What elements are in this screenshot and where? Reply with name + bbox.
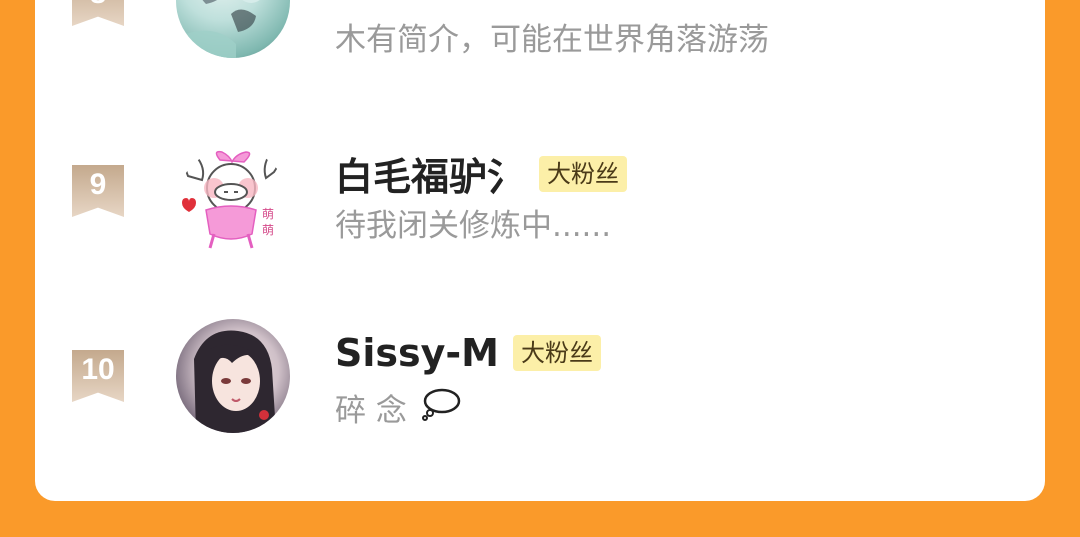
fan-level-badge: 大粉丝 <box>539 155 628 192</box>
user-bio: 木有简介，可能在世界角落游荡 <box>335 22 769 58</box>
rank-number: 9 <box>89 168 107 201</box>
avatar[interactable] <box>176 319 290 433</box>
avatar[interactable]: 萌 萌 <box>176 148 290 262</box>
list-item[interactable]: 8 木有简介，可能在世界角落游荡 <box>35 0 1045 80</box>
rank-badge: 10 <box>72 350 124 402</box>
avatar-illustration: 萌 萌 <box>182 150 280 249</box>
svg-text:萌: 萌 <box>262 223 274 237</box>
user-bio: 待我闭关修炼中...... <box>335 208 612 244</box>
rank-number: 8 <box>72 0 124 14</box>
avatar-illustration <box>186 0 260 58</box>
user-name-line: 白毛福驴氵 大粉丝 <box>335 146 628 201</box>
user-name-line: Sissy-M 大粉丝 <box>335 331 601 375</box>
user-bio: 碎 念 <box>335 385 461 430</box>
fan-ranking-card: 8 木有简介，可能在世界角落游荡 9 <box>35 0 1045 501</box>
rank-badge: 9 <box>72 165 124 217</box>
avatar[interactable] <box>176 0 290 58</box>
user-name[interactable]: 白毛福驴氵 <box>335 146 525 201</box>
user-name[interactable]: Sissy-M <box>335 331 499 375</box>
rank-badge: 8 <box>72 0 124 26</box>
list-item[interactable]: 10 Sissy-M 大粉丝 碎 念 <box>35 319 1045 455</box>
fan-level-badge: 大粉丝 <box>513 335 601 371</box>
rank-number: 10 <box>81 353 115 386</box>
svg-text:萌: 萌 <box>262 207 274 221</box>
speech-bubble-icon <box>421 387 461 429</box>
list-item[interactable]: 9 萌 萌 白毛福驴氵 大粉丝 待我闭关修炼中...... <box>35 148 1045 270</box>
avatar-illustration <box>194 330 276 433</box>
